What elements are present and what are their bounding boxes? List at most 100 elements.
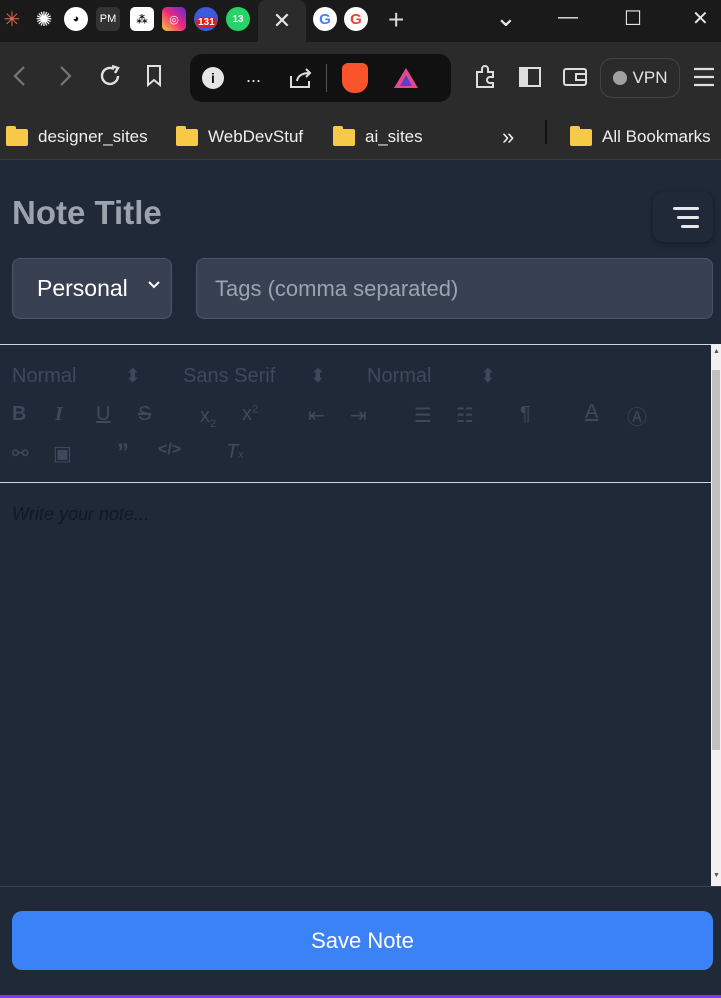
google-tab-label-1: G <box>319 10 331 28</box>
hamburger-menu-button[interactable] <box>653 192 713 242</box>
brain-tab-icon[interactable]: ⁂ <box>130 7 154 31</box>
whatsapp-tab-icon[interactable]: 13 <box>226 7 250 31</box>
vpn-status-icon <box>612 71 627 85</box>
active-tab[interactable]: ✕ <box>258 0 306 42</box>
scroll-down-icon[interactable]: ▼ <box>713 872 720 879</box>
address-divider <box>326 64 327 92</box>
brave-rewards-icon[interactable] <box>392 66 420 95</box>
browser-menu-icon[interactable] <box>692 66 716 88</box>
italic-icon[interactable]: I <box>55 403 63 426</box>
tab-search-chevron-icon[interactable]: ⌄ <box>495 2 517 33</box>
note-editor-page: Note Title Personal Tags (comma separate… <box>0 160 721 998</box>
openai-tab-icon[interactable]: ✺ <box>32 7 56 31</box>
menu-line-icon <box>673 206 699 210</box>
image-icon[interactable]: ▣ <box>53 441 72 466</box>
text-direction-icon[interactable]: ¶ <box>520 403 531 426</box>
all-bookmarks-folder[interactable]: All Bookmarks <box>570 122 711 152</box>
vpn-button[interactable]: VPN <box>600 58 680 98</box>
instagram-tab-icon[interactable]: ◎ <box>162 7 186 31</box>
all-bookmarks-label: All Bookmarks <box>602 127 711 146</box>
bookmarks-overflow-icon[interactable]: » <box>502 122 514 152</box>
bookmark-folder-webdevstuf[interactable]: WebDevStuf <box>176 122 303 152</box>
footer-divider <box>0 886 721 887</box>
bookmark-icon[interactable] <box>145 64 163 88</box>
pm-tab-label: PM <box>99 13 117 25</box>
clear-format-icon[interactable]: Tx <box>226 441 244 464</box>
header-select-arrows-icon[interactable]: ⬍ <box>125 365 141 388</box>
ordered-list-icon[interactable]: ☰ <box>414 403 432 428</box>
brave-shields-icon[interactable] <box>342 63 368 93</box>
reload-icon[interactable] <box>98 64 122 88</box>
folder-icon <box>6 125 28 146</box>
github-tab-icon[interactable]: ◕ <box>64 7 88 31</box>
header-select[interactable]: Normal <box>12 365 76 388</box>
text-color-icon[interactable]: A <box>585 401 598 424</box>
notification-tab-icon[interactable]: 131 <box>194 7 218 31</box>
editor-scrollbar[interactable]: ▲ ▼ <box>711 344 721 886</box>
pm-tab-icon[interactable]: PM <box>96 7 120 31</box>
extensions-icon[interactable] <box>472 64 498 90</box>
outdent-icon[interactable]: ⇤ <box>308 403 325 428</box>
scroll-up-icon[interactable]: ▲ <box>713 348 720 355</box>
google-tab-icon-2[interactable]: G <box>344 7 368 31</box>
blockquote-icon[interactable]: ” <box>117 439 129 467</box>
chevron-down-icon <box>147 277 161 295</box>
font-select[interactable]: Sans Serif <box>183 365 275 388</box>
superscript-icon[interactable]: x2 <box>242 403 258 426</box>
back-arrow-icon[interactable] <box>10 64 30 88</box>
sidebar-toggle-icon[interactable] <box>518 66 542 88</box>
folder-icon <box>570 125 592 146</box>
claude-tab-icon[interactable]: ✳ <box>0 7 24 31</box>
bookmarks-divider <box>545 120 547 144</box>
tags-input[interactable]: Tags (comma separated) <box>196 258 713 319</box>
menu-line-icon <box>681 224 699 228</box>
font-select-value: Sans Serif <box>183 365 276 387</box>
size-select[interactable]: Normal <box>367 365 431 388</box>
wallet-icon[interactable] <box>562 66 588 88</box>
tags-placeholder: Tags (comma separated) <box>215 275 459 301</box>
site-info-icon[interactable]: i <box>202 67 224 89</box>
category-selected-value: Personal <box>37 275 128 301</box>
vpn-label: VPN <box>632 68 668 87</box>
save-note-button[interactable]: Save Note <box>12 911 713 970</box>
maximize-icon[interactable]: ☐ <box>624 6 642 31</box>
size-select-value: Normal <box>367 365 432 387</box>
forward-arrow-icon[interactable] <box>55 64 75 88</box>
bookmark-label: WebDevStuf <box>208 127 304 146</box>
note-title-input[interactable]: Note Title <box>12 194 162 232</box>
note-body-placeholder: Write your note... <box>12 504 150 524</box>
link-icon[interactable]: ⚯ <box>12 441 29 466</box>
background-color-icon[interactable]: Ⓐ <box>627 401 647 430</box>
window-close-icon[interactable]: ✕ <box>692 6 709 31</box>
share-icon[interactable] <box>288 66 314 95</box>
strike-icon[interactable]: S <box>138 403 151 426</box>
category-select[interactable]: Personal <box>12 258 172 319</box>
address-text: ... <box>246 66 262 86</box>
new-tab-button[interactable]: + <box>388 4 404 36</box>
note-body-editor[interactable]: Write your note... <box>0 484 711 886</box>
minimize-icon[interactable]: — <box>558 6 578 29</box>
underline-icon[interactable]: U <box>96 403 110 426</box>
google-tab-label-2: G <box>350 10 362 28</box>
bold-icon[interactable]: B <box>12 403 26 426</box>
badge-131: 131 <box>196 17 217 28</box>
menu-line-icon <box>677 215 699 219</box>
badge-13: 13 <box>232 13 244 25</box>
font-select-arrows-icon[interactable]: ⬍ <box>310 365 326 388</box>
folder-icon <box>333 125 355 146</box>
code-block-icon[interactable]: </> <box>158 441 181 459</box>
editor-toolbar: Normal ⬍ Sans Serif ⬍ Normal ⬍ B I U S x… <box>0 344 711 483</box>
bookmark-label: ai_sites <box>365 127 423 146</box>
folder-icon <box>176 125 198 146</box>
bullet-list-icon[interactable]: ☷ <box>456 403 474 428</box>
close-tab-icon[interactable]: ✕ <box>273 8 291 34</box>
address-bar[interactable]: i ... <box>190 54 451 102</box>
scrollbar-thumb[interactable] <box>712 370 720 750</box>
indent-icon[interactable]: ⇥ <box>350 403 367 428</box>
size-select-arrows-icon[interactable]: ⬍ <box>480 365 496 388</box>
bookmark-folder-ai-sites[interactable]: ai_sites <box>333 122 423 152</box>
bookmark-label: designer_sites <box>38 127 148 146</box>
bookmark-folder-designer-sites[interactable]: designer_sites <box>6 122 148 152</box>
google-tab-icon[interactable]: G <box>313 7 337 31</box>
subscript-icon[interactable]: x2 <box>200 405 216 430</box>
